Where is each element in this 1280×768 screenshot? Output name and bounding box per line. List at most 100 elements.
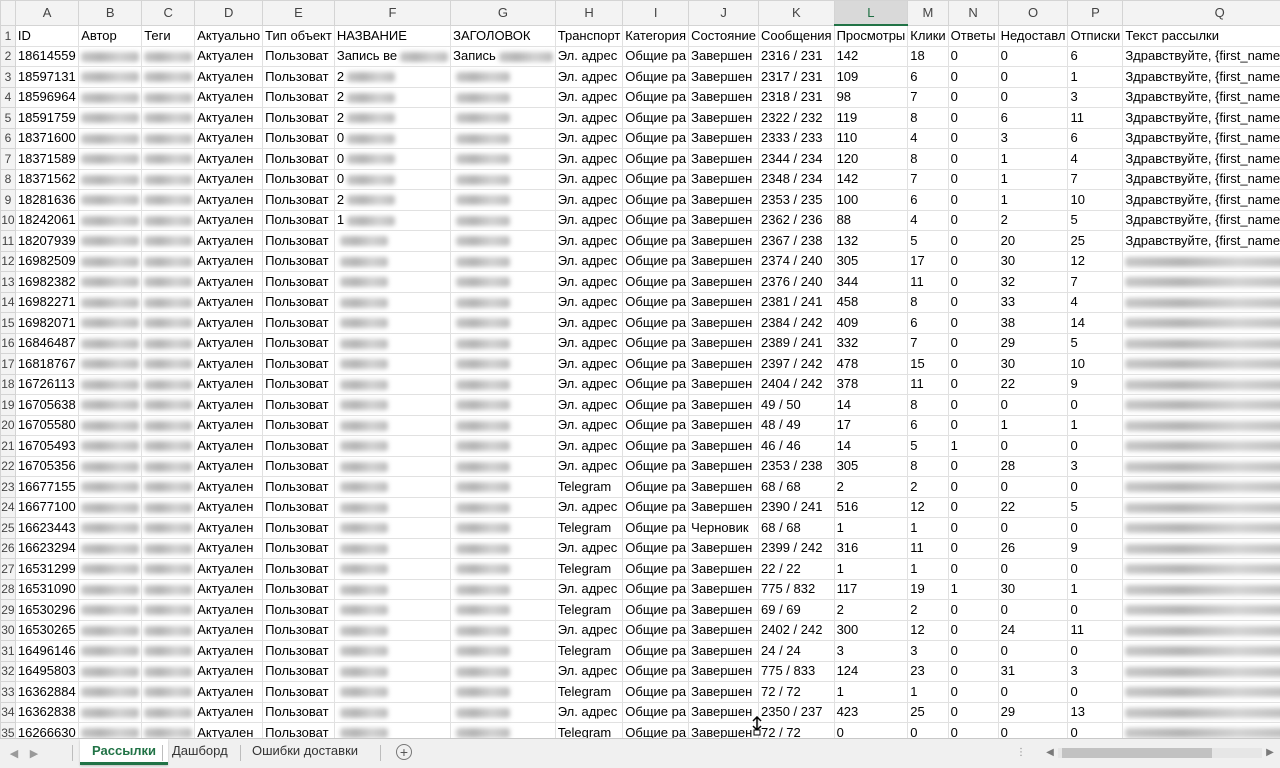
- cell-c[interactable]: [141, 701, 196, 723]
- cell-j[interactable]: Завершен: [688, 148, 759, 170]
- cell-a[interactable]: 16818767: [14, 353, 80, 375]
- add-sheet-button[interactable]: +: [396, 744, 412, 760]
- cell-h[interactable]: Эл. адрес: [554, 250, 624, 272]
- row-header[interactable]: 34: [0, 701, 16, 723]
- cell-q[interactable]: Здравствуйте, {first_name}! Ли: [1122, 148, 1280, 170]
- cell-h[interactable]: Эл. адрес: [554, 660, 624, 682]
- cell-n[interactable]: 0: [947, 86, 999, 108]
- cell-m[interactable]: 8: [907, 291, 949, 313]
- cell-e[interactable]: Пользоват: [262, 701, 335, 723]
- cell-q[interactable]: [1122, 435, 1280, 457]
- cell-d[interactable]: Актуален: [194, 558, 264, 580]
- cell-l[interactable]: 458: [833, 291, 909, 313]
- cell-g[interactable]: [450, 373, 556, 395]
- cell-q[interactable]: Здравствуйте, {first_name}! ☑: [1122, 66, 1280, 88]
- cell-q[interactable]: [1122, 394, 1280, 416]
- cell-o[interactable]: 22: [997, 373, 1069, 395]
- cell-f[interactable]: [333, 701, 452, 723]
- cell-k[interactable]: 2399 / 242: [758, 537, 835, 559]
- cell-h[interactable]: Эл. адрес: [554, 414, 624, 436]
- cell-e[interactable]: Пользоват: [262, 271, 335, 293]
- cell-q[interactable]: [1122, 250, 1280, 272]
- cell-d[interactable]: Актуален: [194, 455, 264, 477]
- cell-a[interactable]: 18591759: [14, 107, 80, 129]
- cell-a[interactable]: 16495803: [14, 660, 80, 682]
- cell-g[interactable]: [450, 107, 556, 129]
- cell-i[interactable]: Общие ра: [622, 640, 690, 662]
- header-cell-p[interactable]: Отписки: [1067, 24, 1124, 47]
- cell-g[interactable]: [450, 189, 556, 211]
- cell-p[interactable]: 0: [1067, 640, 1124, 662]
- cell-h[interactable]: Эл. адрес: [554, 66, 624, 88]
- cell-m[interactable]: 11: [907, 271, 949, 293]
- cell-b[interactable]: [78, 168, 143, 190]
- cell-l[interactable]: 2: [833, 599, 909, 621]
- cell-d[interactable]: Актуален: [194, 291, 264, 313]
- cell-n[interactable]: 0: [947, 558, 999, 580]
- cell-n[interactable]: 0: [947, 312, 999, 334]
- cell-b[interactable]: [78, 394, 143, 416]
- cell-f[interactable]: [333, 476, 452, 498]
- column-header-e[interactable]: E: [262, 0, 335, 26]
- cell-a[interactable]: 16531299: [14, 558, 80, 580]
- cell-i[interactable]: Общие ра: [622, 660, 690, 682]
- cell-b[interactable]: [78, 640, 143, 662]
- header-cell-h[interactable]: Транспорт: [554, 24, 624, 47]
- cell-a[interactable]: 16677155: [14, 476, 80, 498]
- row-header[interactable]: 24: [0, 496, 16, 518]
- cell-i[interactable]: Общие ра: [622, 250, 690, 272]
- row-header[interactable]: 27: [0, 558, 16, 580]
- cell-g[interactable]: [450, 291, 556, 313]
- cell-m[interactable]: 1: [907, 681, 949, 703]
- cell-q[interactable]: Здравствуйте, {first_name}! 🔥: [1122, 189, 1280, 211]
- cell-o[interactable]: 29: [997, 332, 1069, 354]
- sheet-table[interactable]: ABCDEFGHIJKLMNOPQRS 1IDАвторТегиАктуальн…: [0, 0, 1280, 738]
- cell-i[interactable]: Общие ра: [622, 558, 690, 580]
- cell-a[interactable]: 18371589: [14, 148, 80, 170]
- cell-n[interactable]: 0: [947, 701, 999, 723]
- cell-e[interactable]: Пользоват: [262, 660, 335, 682]
- cell-c[interactable]: [141, 373, 196, 395]
- cell-k[interactable]: 2350 / 237: [758, 701, 835, 723]
- cell-a[interactable]: 16531090: [14, 578, 80, 600]
- cell-c[interactable]: [141, 45, 196, 67]
- cell-p[interactable]: 6: [1067, 45, 1124, 67]
- cell-h[interactable]: Эл. адрес: [554, 148, 624, 170]
- column-header-a[interactable]: A: [14, 0, 80, 26]
- cell-f[interactable]: [333, 230, 452, 252]
- cell-g[interactable]: [450, 86, 556, 108]
- cell-c[interactable]: [141, 476, 196, 498]
- cell-b[interactable]: [78, 619, 143, 641]
- cell-q[interactable]: [1122, 353, 1280, 375]
- row-header[interactable]: 12: [0, 250, 16, 272]
- cell-h[interactable]: Эл. адрес: [554, 619, 624, 641]
- cell-l[interactable]: 305: [833, 455, 909, 477]
- cell-h[interactable]: Telegram: [554, 599, 624, 621]
- cell-q[interactable]: [1122, 681, 1280, 703]
- cell-k[interactable]: 2317 / 231: [758, 66, 835, 88]
- cell-p[interactable]: 1: [1067, 66, 1124, 88]
- cell-f[interactable]: [333, 578, 452, 600]
- cell-j[interactable]: Завершен: [688, 271, 759, 293]
- cell-m[interactable]: 5: [907, 435, 949, 457]
- cell-c[interactable]: [141, 394, 196, 416]
- cell-n[interactable]: 0: [947, 681, 999, 703]
- cell-l[interactable]: 316: [833, 537, 909, 559]
- header-cell-e[interactable]: Тип объект: [262, 24, 335, 47]
- cell-m[interactable]: 6: [907, 414, 949, 436]
- cell-c[interactable]: [141, 640, 196, 662]
- cell-q[interactable]: [1122, 722, 1280, 738]
- cell-b[interactable]: [78, 578, 143, 600]
- cell-c[interactable]: [141, 722, 196, 738]
- cell-j[interactable]: Завершен: [688, 455, 759, 477]
- cell-o[interactable]: 0: [997, 640, 1069, 662]
- header-cell-g[interactable]: ЗАГОЛОВОК: [450, 24, 556, 47]
- cell-j[interactable]: Завершен: [688, 660, 759, 682]
- cell-i[interactable]: Общие ра: [622, 230, 690, 252]
- cell-g[interactable]: [450, 435, 556, 457]
- header-cell-l[interactable]: Просмотры: [833, 24, 909, 47]
- row-header[interactable]: 11: [0, 230, 16, 252]
- cell-a[interactable]: 18597131: [14, 66, 80, 88]
- cell-b[interactable]: [78, 496, 143, 518]
- cell-e[interactable]: Пользоват: [262, 558, 335, 580]
